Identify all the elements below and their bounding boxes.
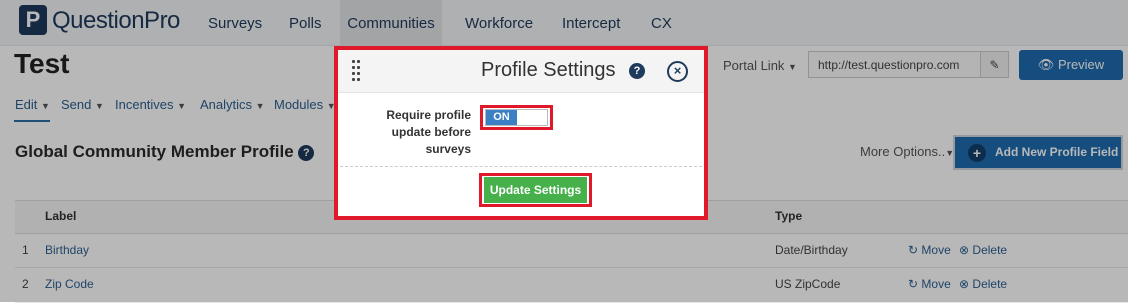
dialog-title: Profile Settings xyxy=(481,59,616,81)
update-settings-button[interactable]: Update Settings xyxy=(484,177,587,203)
toggle-on-state[interactable]: ON xyxy=(486,110,517,125)
drag-handle-icon[interactable] xyxy=(352,60,362,82)
close-icon[interactable]: × xyxy=(667,61,688,82)
help-icon[interactable]: ? xyxy=(629,63,645,79)
dialog-divider xyxy=(340,166,702,167)
require-profile-update-label: Require profile update before surveys xyxy=(386,108,471,156)
